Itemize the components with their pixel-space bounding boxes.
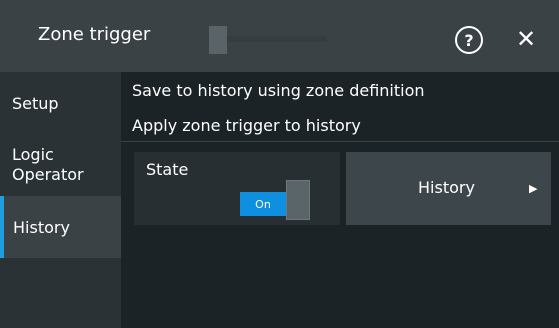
sidebar: Setup Logic Operator History bbox=[0, 72, 121, 328]
history-button[interactable]: History ▶ bbox=[346, 152, 551, 225]
dialog-title: Zone trigger bbox=[38, 24, 151, 45]
tab-history[interactable]: History bbox=[0, 196, 121, 258]
tab-label: History bbox=[13, 217, 70, 237]
divider bbox=[121, 141, 559, 142]
toggle-on-indicator: On bbox=[240, 192, 286, 216]
state-label: State bbox=[146, 160, 189, 179]
history-button-label: History bbox=[418, 178, 475, 197]
tab-label: Logic Operator bbox=[12, 145, 84, 184]
help-button[interactable]: ? bbox=[455, 26, 483, 54]
toggle-knob[interactable] bbox=[286, 180, 310, 220]
dialog-header: Zone trigger ? ✕ bbox=[0, 0, 559, 72]
question-icon: ? bbox=[464, 30, 474, 50]
drag-track bbox=[227, 36, 327, 42]
save-to-history-text: Save to history using zone definition bbox=[132, 81, 425, 100]
tab-logic-operator[interactable]: Logic Operator bbox=[0, 134, 121, 196]
tab-setup[interactable]: Setup bbox=[0, 72, 121, 134]
chevron-right-icon: ▶ bbox=[529, 182, 538, 195]
history-panel: Save to history using zone definition Ap… bbox=[121, 72, 559, 328]
state-panel: State On bbox=[134, 152, 340, 225]
tab-label: Setup bbox=[12, 93, 59, 113]
drag-handle[interactable] bbox=[209, 26, 227, 54]
close-icon: ✕ bbox=[515, 25, 537, 53]
close-button[interactable]: ✕ bbox=[512, 25, 540, 53]
state-toggle[interactable]: On bbox=[240, 180, 310, 220]
apply-zone-trigger-text: Apply zone trigger to history bbox=[132, 116, 361, 135]
